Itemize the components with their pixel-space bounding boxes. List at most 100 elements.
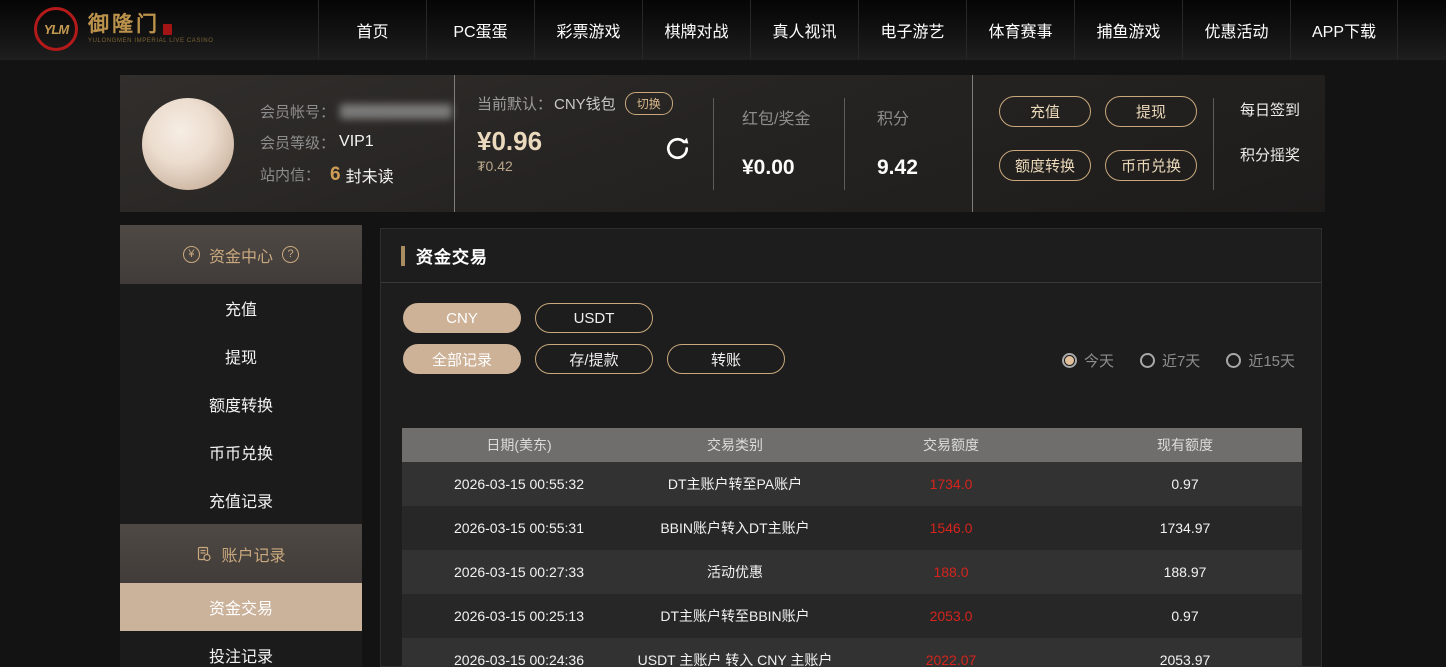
nav-item[interactable]: 首页 bbox=[318, 0, 426, 60]
record-filter-tab[interactable]: 全部记录 bbox=[403, 344, 521, 374]
table-row[interactable]: 2026-03-15 00:55:32 DT主账户转至PA账户 1734.0 0… bbox=[402, 462, 1302, 506]
quick-action-label: 充值 bbox=[1030, 104, 1060, 121]
table-header-cell: 交易类别 bbox=[636, 428, 834, 462]
brand-emblem-icon: YLM bbox=[34, 7, 78, 51]
brand-logo[interactable]: YLM 御隆门 YULONGMEN IMPERIAL LIVE CASINO bbox=[34, 7, 213, 51]
sidebar-item[interactable]: 充值 bbox=[120, 284, 362, 332]
nav-item[interactable]: 优惠活动 bbox=[1182, 0, 1290, 60]
cell-date: 2026-03-15 00:24:36 bbox=[402, 638, 636, 667]
currency-tab-label: USDT bbox=[574, 310, 615, 327]
nav-item-label: 捕鱼游戏 bbox=[1096, 18, 1160, 42]
sidebar-item-label: 投注记录 bbox=[209, 643, 273, 667]
sidebar-funds-items: 充值 提现 额度转换 币币兑换 充值记录 bbox=[120, 284, 362, 524]
nav-item[interactable]: PC蛋蛋 bbox=[426, 0, 534, 60]
sidebar-header-records: 账户记录 bbox=[120, 524, 362, 583]
cell-amount: 2022.07 bbox=[834, 638, 1068, 667]
points-value: 9.42 bbox=[877, 156, 972, 180]
daily-link[interactable]: 积分摇奖 bbox=[1240, 144, 1300, 165]
table-header-cell: 交易额度 bbox=[834, 428, 1068, 462]
brand-text: 御隆门 YULONGMEN IMPERIAL LIVE CASINO bbox=[88, 14, 213, 44]
top-navigation: YLM 御隆门 YULONGMEN IMPERIAL LIVE CASINO 首… bbox=[0, 0, 1446, 60]
table-row[interactable]: 2026-03-15 00:27:33 活动优惠 188.0 188.97 bbox=[402, 550, 1302, 594]
nav-item[interactable]: 棋牌对战 bbox=[642, 0, 750, 60]
nav-item[interactable]: 彩票游戏 bbox=[534, 0, 642, 60]
quick-action-button[interactable]: 币币兑换 bbox=[1105, 150, 1197, 181]
cell-balance: 188.97 bbox=[1068, 550, 1302, 594]
sidebar: ¥ 资金中心 ? 充值 提现 额度转换 币币兑换 充值记录 账户记录 资金交易 … bbox=[120, 225, 362, 667]
page-title: 资金交易 bbox=[416, 243, 488, 268]
currency-tab-label: CNY bbox=[446, 310, 478, 327]
user-summary-panel: 会员帐号： 会员等级： VIP1 站内信： 6 封未读 当前默认： CNY钱包 … bbox=[120, 75, 1325, 212]
date-range-radio[interactable]: 今天 bbox=[1062, 350, 1114, 371]
currency-tab[interactable]: USDT bbox=[535, 303, 653, 333]
sidebar-item-label: 资金交易 bbox=[209, 595, 273, 619]
cell-type: 活动优惠 bbox=[636, 550, 834, 594]
record-filter-tab[interactable]: 转账 bbox=[667, 344, 785, 374]
level-value: VIP1 bbox=[339, 133, 374, 151]
table-row[interactable]: 2026-03-15 00:25:13 DT主账户转至BBIN账户 2053.0… bbox=[402, 594, 1302, 638]
sidebar-item[interactable]: 提现 bbox=[120, 332, 362, 380]
sidebar-item[interactable]: 充值记录 bbox=[120, 476, 362, 524]
level-label: 会员等级： bbox=[260, 132, 335, 153]
date-range-radio-label: 近7天 bbox=[1162, 350, 1200, 371]
nav-item[interactable]: APP下载 bbox=[1290, 0, 1398, 60]
wallet-default-label: 当前默认： bbox=[477, 93, 552, 114]
date-range-radio-label: 近15天 bbox=[1248, 350, 1295, 371]
radio-icon bbox=[1140, 353, 1155, 368]
brand-monogram: YLM bbox=[44, 22, 68, 37]
sidebar-item-label: 币币兑换 bbox=[209, 440, 273, 464]
currency-tabs: CNY USDT bbox=[403, 303, 1321, 333]
date-range-radio[interactable]: 近15天 bbox=[1226, 350, 1295, 371]
nav-item[interactable]: 捕鱼游戏 bbox=[1074, 0, 1182, 60]
avatar[interactable] bbox=[142, 98, 234, 190]
sidebar-item[interactable]: 额度转换 bbox=[120, 380, 362, 428]
nav-item[interactable]: 体育赛事 bbox=[966, 0, 1074, 60]
cell-balance: 2053.97 bbox=[1068, 638, 1302, 667]
sidebar-item-label: 提现 bbox=[225, 344, 257, 368]
daily-link-label: 积分摇奖 bbox=[1240, 147, 1300, 164]
record-filter-tab[interactable]: 存/提款 bbox=[535, 344, 653, 374]
cell-date: 2026-03-15 00:25:13 bbox=[402, 594, 636, 638]
refresh-icon[interactable] bbox=[664, 135, 691, 162]
wallet-switch-button[interactable]: 切换 bbox=[625, 92, 673, 115]
table-row[interactable]: 2026-03-15 00:55:31 BBIN账户转入DT主账户 1546.0… bbox=[402, 506, 1302, 550]
bonus-section: 红包/奖金 ¥0.00 bbox=[714, 75, 844, 212]
bonus-value: ¥0.00 bbox=[742, 156, 844, 180]
sidebar-item[interactable]: 投注记录 bbox=[120, 631, 362, 667]
date-range-radio[interactable]: 近7天 bbox=[1140, 350, 1200, 371]
nav-item[interactable]: 真人视讯 bbox=[750, 0, 858, 60]
date-range-radios: 今天 近7天 近15天 bbox=[1062, 350, 1295, 371]
main-content-panel: 资金交易 CNY USDT 全部记录 存/提款 转账 今天 bbox=[380, 228, 1322, 667]
daily-link[interactable]: 每日签到 bbox=[1240, 99, 1300, 120]
nav-item[interactable]: 电子游艺 bbox=[858, 0, 966, 60]
nav-item-label: 彩票游戏 bbox=[556, 18, 620, 42]
quick-actions: 充值 提现 额度转换 币币兑换 bbox=[973, 75, 1213, 212]
title-accent-bar bbox=[401, 246, 405, 266]
nav-item-label: 优惠活动 bbox=[1204, 18, 1268, 42]
account-value-blurred bbox=[340, 104, 452, 119]
cell-amount: 1734.0 bbox=[834, 462, 1068, 506]
table-header-cell: 现有额度 bbox=[1068, 428, 1302, 462]
record-book-icon bbox=[196, 546, 212, 562]
quick-action-button[interactable]: 提现 bbox=[1105, 96, 1197, 127]
sidebar-item-label: 充值 bbox=[225, 296, 257, 320]
nav-item-label: PC蛋蛋 bbox=[453, 18, 507, 42]
sidebar-item[interactable]: 币币兑换 bbox=[120, 428, 362, 476]
record-filter-tab-label: 存/提款 bbox=[569, 349, 618, 370]
daily-link-label: 每日签到 bbox=[1240, 102, 1300, 119]
quick-action-button[interactable]: 充值 bbox=[999, 96, 1091, 127]
nav-item-label: 电子游艺 bbox=[880, 18, 944, 42]
cell-date: 2026-03-15 00:27:33 bbox=[402, 550, 636, 594]
nav-item-label: 真人视讯 bbox=[772, 18, 836, 42]
nav-item-label: 首页 bbox=[356, 18, 388, 42]
sidebar-item[interactable]: 资金交易 bbox=[120, 583, 362, 631]
inbox-unread-count[interactable]: 6 bbox=[330, 164, 341, 186]
nav-item-label: 体育赛事 bbox=[988, 18, 1052, 42]
table-row[interactable]: 2026-03-15 00:24:36 USDT 主账户 转入 CNY 主账户 … bbox=[402, 638, 1302, 667]
currency-tab[interactable]: CNY bbox=[403, 303, 521, 333]
quick-action-button[interactable]: 额度转换 bbox=[999, 150, 1091, 181]
brand-name: 御隆门 bbox=[88, 14, 160, 35]
wallet-section: 当前默认： CNY钱包 切换 ¥0.96 ₮0.42 bbox=[455, 75, 713, 212]
table-header-row: 日期(美东) 交易类别 交易额度 现有额度 bbox=[402, 428, 1302, 462]
question-circle-icon[interactable]: ? bbox=[282, 246, 299, 263]
